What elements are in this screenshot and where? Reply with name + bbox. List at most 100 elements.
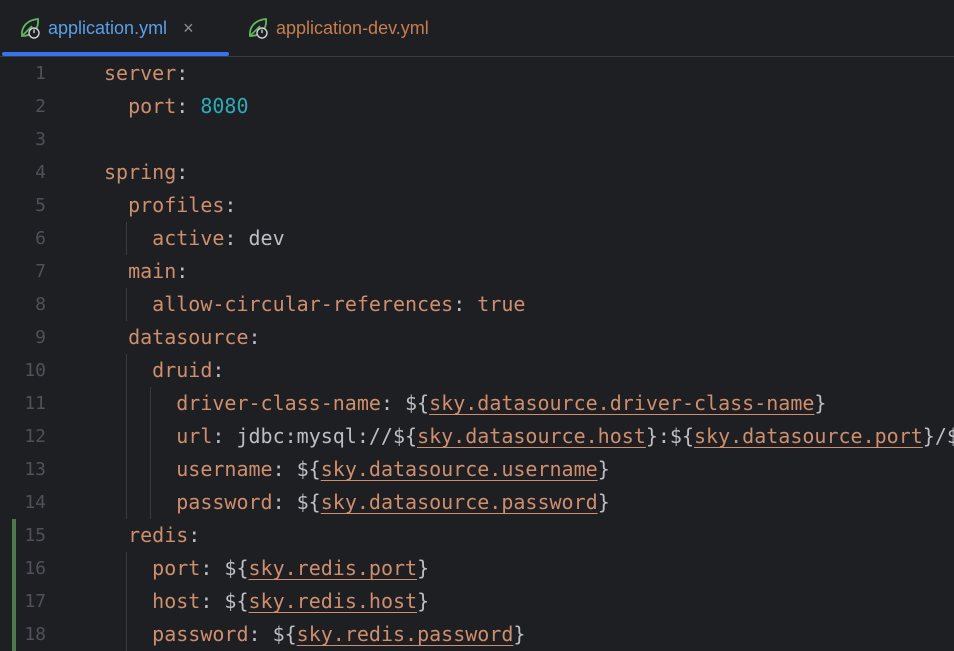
code-line[interactable]: 8 allow-circular-references: true (0, 288, 954, 321)
code-line[interactable]: 6 active: dev (0, 222, 954, 255)
code-token: url (176, 424, 213, 448)
code-line[interactable]: 14 password: ${sky.datasource.password} (0, 486, 954, 519)
indent-guide (126, 420, 128, 453)
code-token: : (176, 160, 189, 184)
indent-guide (126, 618, 128, 651)
code-token: dev (248, 226, 285, 250)
property-reference[interactable]: sky.datasource.host (417, 424, 646, 448)
code-line[interactable]: 10 druid: (0, 354, 954, 387)
code-text: host: ${sky.redis.host} (152, 585, 429, 618)
property-reference[interactable]: sky.datasource.password (321, 490, 598, 514)
property-reference[interactable]: sky.redis.port (249, 556, 418, 580)
indent-guide (126, 486, 128, 519)
code-token: : ${ (248, 622, 297, 646)
code-text: server: (104, 57, 188, 90)
line-number: 16 (24, 558, 46, 579)
line-number: 15 (24, 525, 46, 546)
line-number: 3 (35, 129, 46, 150)
code-token: druid (152, 358, 213, 382)
code-line[interactable]: 7 main: (0, 255, 954, 288)
code-text: port: 8080 (128, 90, 248, 123)
code-text: main: (128, 255, 188, 288)
indent-guide (126, 288, 128, 321)
code-token: : (176, 94, 201, 118)
code-text: password: ${sky.redis.password} (152, 618, 525, 651)
property-reference[interactable]: sky.datasource.port (694, 424, 923, 448)
code-text: druid: (152, 354, 224, 387)
line-number: 6 (35, 228, 46, 249)
code-token: : (188, 523, 201, 547)
code-token: : ${ (200, 556, 249, 580)
code-text: datasource: (128, 321, 260, 354)
code-token: } (814, 391, 827, 415)
code-token: true (477, 292, 526, 316)
property-reference[interactable]: sky.redis.host (249, 589, 418, 613)
code-line[interactable]: 11 driver-class-name: ${sky.datasource.dr… (0, 387, 954, 420)
tab-label: application.yml (48, 17, 168, 38)
code-token: redis (128, 523, 189, 547)
code-token: password (152, 622, 249, 646)
code-token: : ${ (380, 391, 430, 415)
line-number: 17 (24, 591, 46, 612)
code-editor[interactable]: 1 server: 2 port: 8080 3 4 spring: 5 profiles: 6 a… (0, 57, 954, 651)
spring-leaf-icon (21, 18, 40, 39)
tab-application-dev-yml[interactable]: application-dev.yml (246, 0, 429, 56)
tab-label: application-dev.yml (276, 17, 429, 38)
indent-guide (126, 585, 128, 618)
code-token: port (152, 556, 201, 580)
property-reference[interactable]: sky.datasource.username (321, 457, 598, 481)
code-line[interactable]: 16 port: ${sky.redis.port} (0, 552, 954, 585)
code-token: } (417, 556, 430, 580)
indent-guide (126, 387, 128, 420)
line-number: 13 (24, 459, 46, 480)
code-token: port (128, 94, 177, 118)
line-number: 2 (35, 96, 46, 117)
indent-guide (150, 420, 152, 453)
line-number: 18 (24, 624, 46, 645)
code-token: : (248, 325, 261, 349)
code-text: profiles: (128, 189, 236, 222)
code-token: : ${ (272, 457, 321, 481)
line-number: 4 (35, 162, 46, 183)
code-line[interactable]: 1 server: (0, 57, 954, 90)
code-text: redis: (128, 519, 200, 552)
code-line[interactable]: 2 port: 8080 (0, 90, 954, 123)
code-line[interactable]: 5 profiles: (0, 189, 954, 222)
code-token: datasource (128, 325, 249, 349)
code-token: } (597, 457, 610, 481)
code-token: } (417, 589, 430, 613)
property-reference[interactable]: sky.redis.password (297, 622, 514, 646)
code-token: : jdbc:mysql://${ (212, 424, 418, 448)
code-line[interactable]: 9 datasource: (0, 321, 954, 354)
code-token: : ${ (272, 490, 321, 514)
code-token: }/$ (922, 424, 954, 448)
code-line[interactable]: 12 url: jdbc:mysql://${sky.datasource.hos… (0, 420, 954, 453)
code-token: } (513, 622, 526, 646)
property-reference[interactable]: sky.datasource.driver-class-name (429, 391, 814, 415)
code-line[interactable]: 17 host: ${sky.redis.host} (0, 585, 954, 618)
code-line[interactable]: 4 spring: (0, 156, 954, 189)
code-token: : (453, 292, 478, 316)
code-text: password: ${sky.datasource.password} (176, 486, 610, 519)
code-line[interactable]: 18 password: ${sky.redis.password} (0, 618, 954, 651)
tab-application-yml[interactable]: application.yml × (0, 0, 229, 56)
line-number: 12 (24, 426, 46, 447)
editor-tab-bar: application.yml × application-dev.yml (0, 0, 954, 57)
code-token: : (224, 226, 249, 250)
code-line[interactable]: 15 redis: (0, 519, 954, 552)
code-token: password (176, 490, 273, 514)
line-number: 8 (35, 294, 46, 315)
code-text: url: jdbc:mysql://${sky.datasource.host}… (176, 420, 954, 453)
close-tab-icon[interactable]: × (183, 18, 194, 39)
code-token: allow-circular-references (152, 292, 454, 316)
spring-leaf-icon (249, 18, 268, 39)
code-text: active: dev (152, 222, 284, 255)
code-token: : ${ (200, 589, 249, 613)
code-line[interactable]: 13 username: ${sky.datasource.username} (0, 453, 954, 486)
indent-guide (126, 222, 128, 255)
code-token: } (597, 490, 610, 514)
code-token: host (152, 589, 201, 613)
line-number: 1 (35, 63, 46, 84)
code-text: username: ${sky.datasource.username} (176, 453, 610, 486)
code-line[interactable]: 3 (0, 123, 954, 156)
